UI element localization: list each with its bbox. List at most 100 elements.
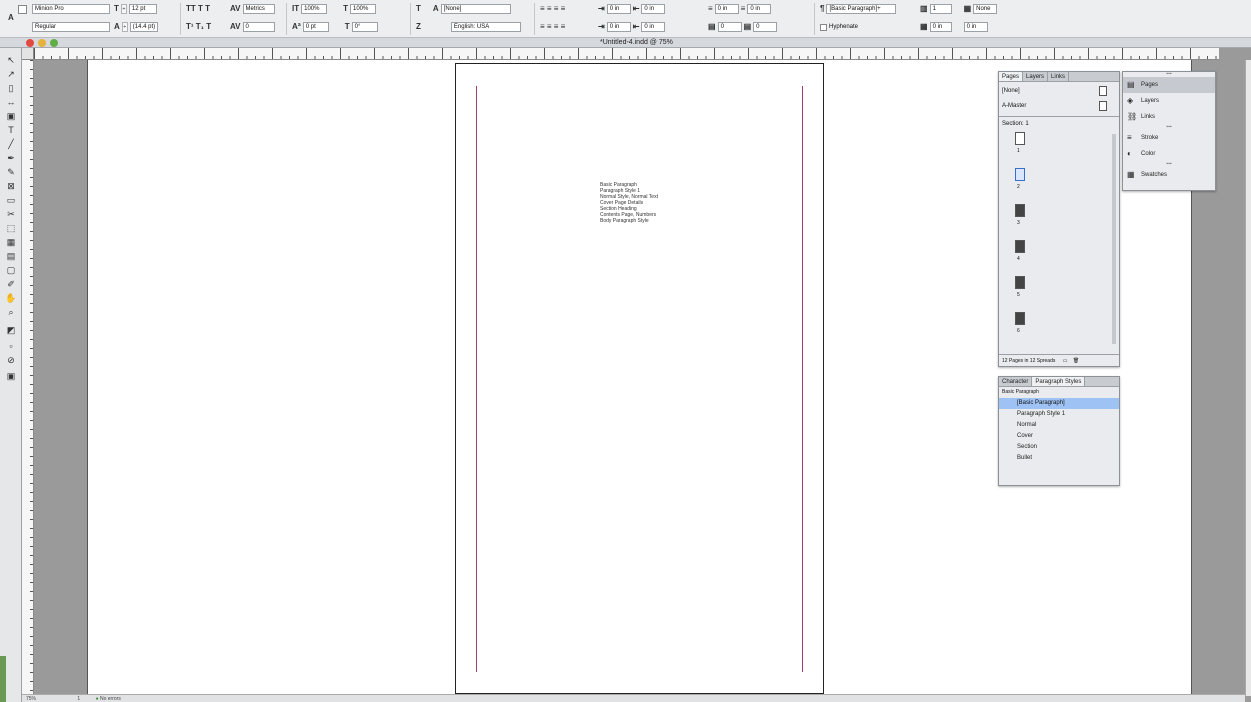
character-style-field[interactable]: [None]: [440, 4, 511, 14]
style-item[interactable]: Paragraph Style 1: [999, 409, 1119, 420]
dock-pages-button[interactable]: ▤ Pages: [1123, 77, 1215, 93]
horizontal-ruler[interactable]: [34, 48, 1219, 60]
font-size-stepper[interactable]: ÷: [120, 4, 127, 14]
allcaps-buttons[interactable]: TT T T: [186, 3, 210, 15]
none-master-row[interactable]: [None]: [999, 86, 1119, 97]
gutter-unit-field[interactable]: 0 in: [963, 22, 988, 32]
tracking-field[interactable]: 0: [242, 22, 275, 32]
skew-field[interactable]: 0°: [351, 22, 378, 32]
screen-mode-icon[interactable]: ▣: [5, 370, 17, 382]
ruler-origin[interactable]: [22, 48, 34, 60]
line-tool-icon[interactable]: ╱: [5, 138, 17, 150]
stroke-swatch-icon[interactable]: Z: [416, 22, 421, 32]
formatting-container-icon[interactable]: ▫: [5, 340, 17, 352]
hand-tool-icon[interactable]: ✋: [5, 292, 17, 304]
horizontal-scale-field[interactable]: 100%: [350, 4, 376, 14]
page-thumbnail[interactable]: [1015, 276, 1025, 289]
dock-links-button[interactable]: ⛓ Links: [1123, 109, 1215, 125]
page-thumbnail[interactable]: [1015, 168, 1025, 181]
gutter-field[interactable]: 0 in: [929, 22, 952, 32]
direct-selection-tool-icon[interactable]: ↗: [5, 68, 17, 80]
gradient-tool-icon[interactable]: ▦: [5, 236, 17, 248]
pen-tool-icon[interactable]: ✒: [5, 152, 17, 164]
a-master-thumb: [1099, 101, 1107, 111]
a-master-row[interactable]: A-Master: [999, 101, 1119, 112]
first-indent-field[interactable]: 0 in: [606, 22, 631, 32]
font-size-field[interactable]: 12 pt: [128, 4, 157, 14]
tab-layers[interactable]: Layers: [1023, 72, 1049, 81]
style-item[interactable]: Normal: [999, 420, 1119, 431]
leading-field[interactable]: (14.4 pt): [129, 22, 158, 32]
hyphenate-checkbox[interactable]: [820, 23, 827, 31]
scissors-tool-icon[interactable]: ✂: [5, 208, 17, 220]
right-indent-field[interactable]: 0 in: [641, 4, 666, 14]
character-formatting-icon[interactable]: [18, 3, 27, 15]
dock-swatches-button[interactable]: ▦ Swatches: [1123, 167, 1215, 183]
note-tool-icon[interactable]: ▢: [5, 264, 17, 276]
font-style-field[interactable]: Regular: [32, 22, 110, 32]
vertical-scrollbar[interactable]: [1245, 60, 1251, 696]
content-collector-icon[interactable]: ▣: [5, 110, 17, 122]
preflight-status[interactable]: No errors: [100, 696, 121, 702]
style-item[interactable]: Section: [999, 442, 1119, 453]
pages-scrollbar[interactable]: [1112, 134, 1116, 344]
zoom-level[interactable]: 75%: [26, 696, 36, 702]
drop-cap-chars-field[interactable]: 0: [753, 22, 778, 32]
tab-links[interactable]: Links: [1048, 72, 1070, 81]
gradient-feather-tool-icon[interactable]: ▤: [5, 250, 17, 262]
superscript-buttons[interactable]: T¹ T₁ T: [186, 21, 211, 33]
vertical-ruler[interactable]: [22, 60, 34, 702]
last-indent-field[interactable]: 0 in: [641, 22, 666, 32]
style-item[interactable]: Cover: [999, 431, 1119, 442]
left-indent-field[interactable]: 0 in: [606, 4, 631, 14]
page-thumbnail[interactable]: [1015, 240, 1025, 253]
space-before-field[interactable]: 0 in: [714, 4, 739, 14]
free-transform-tool-icon[interactable]: ⬚: [5, 222, 17, 234]
new-page-icon[interactable]: ▭: [1063, 358, 1068, 364]
kerning-field[interactable]: Metrics: [242, 4, 275, 14]
apply-none-icon[interactable]: ⊘: [5, 354, 17, 366]
tab-pages[interactable]: Pages: [999, 72, 1024, 81]
paragraph-style-field[interactable]: [Basic Paragraph]+: [826, 4, 897, 14]
leading-stepper[interactable]: ÷: [121, 22, 128, 32]
rectangle-tool-icon[interactable]: ▭: [5, 194, 17, 206]
align-buttons-bottom[interactable]: ≡ ≡ ≡ ≡: [540, 21, 565, 33]
span-columns-field[interactable]: None: [973, 4, 998, 14]
drop-cap-lines-field[interactable]: 0: [717, 22, 742, 32]
rectangle-frame-tool-icon[interactable]: ⊠: [5, 180, 17, 192]
close-window-button[interactable]: [26, 39, 34, 47]
tab-character[interactable]: Character: [999, 377, 1033, 386]
page-indicator[interactable]: 1: [77, 696, 80, 702]
character-mode-toggle[interactable]: A: [8, 12, 14, 24]
page-thumbnail[interactable]: [1015, 132, 1025, 145]
type-tool-icon[interactable]: T: [5, 124, 17, 136]
font-family-field[interactable]: Minion Pro: [32, 4, 110, 14]
document-page[interactable]: Basic Paragraph Paragraph Style 1 Normal…: [455, 63, 824, 694]
zoom-window-button[interactable]: [50, 39, 58, 47]
page-thumbnail[interactable]: [1015, 312, 1025, 325]
zoom-tool-icon[interactable]: ⌕: [5, 306, 17, 318]
vertical-scale-field[interactable]: 100%: [301, 4, 328, 14]
selection-tool-icon[interactable]: ↖: [5, 54, 17, 66]
minimize-window-button[interactable]: [38, 39, 46, 47]
columns-field[interactable]: 1: [929, 4, 952, 14]
dock-layers-button[interactable]: ◈ Layers: [1123, 93, 1215, 109]
dock-stroke-button[interactable]: ≡ Stroke: [1123, 130, 1215, 146]
page-thumbnail[interactable]: [1015, 204, 1025, 217]
page-tool-icon[interactable]: ▯: [5, 82, 17, 94]
dock-color-button[interactable]: ◐ Color: [1123, 146, 1215, 162]
space-after-field[interactable]: 0 in: [747, 4, 772, 14]
fill-stroke-icon[interactable]: T: [416, 4, 421, 14]
baseline-shift-field[interactable]: 0 pt: [302, 22, 329, 32]
eyedropper-tool-icon[interactable]: ✐: [5, 278, 17, 290]
style-item[interactable]: [Basic Paragraph]: [999, 398, 1119, 409]
delete-page-icon[interactable]: 🗑: [1073, 358, 1079, 364]
text-frame[interactable]: Basic Paragraph Paragraph Style 1 Normal…: [600, 182, 660, 224]
tab-paragraph-styles[interactable]: Paragraph Styles: [1032, 377, 1086, 386]
align-buttons-top[interactable]: ≡ ≡ ≡ ≡: [540, 3, 565, 15]
gap-tool-icon[interactable]: ↔: [5, 96, 17, 108]
language-field[interactable]: English: USA: [450, 22, 521, 32]
fill-stroke-swatch-icon[interactable]: ◩: [5, 324, 17, 336]
pencil-tool-icon[interactable]: ✎: [5, 166, 17, 178]
style-item[interactable]: Bullet: [999, 453, 1119, 464]
